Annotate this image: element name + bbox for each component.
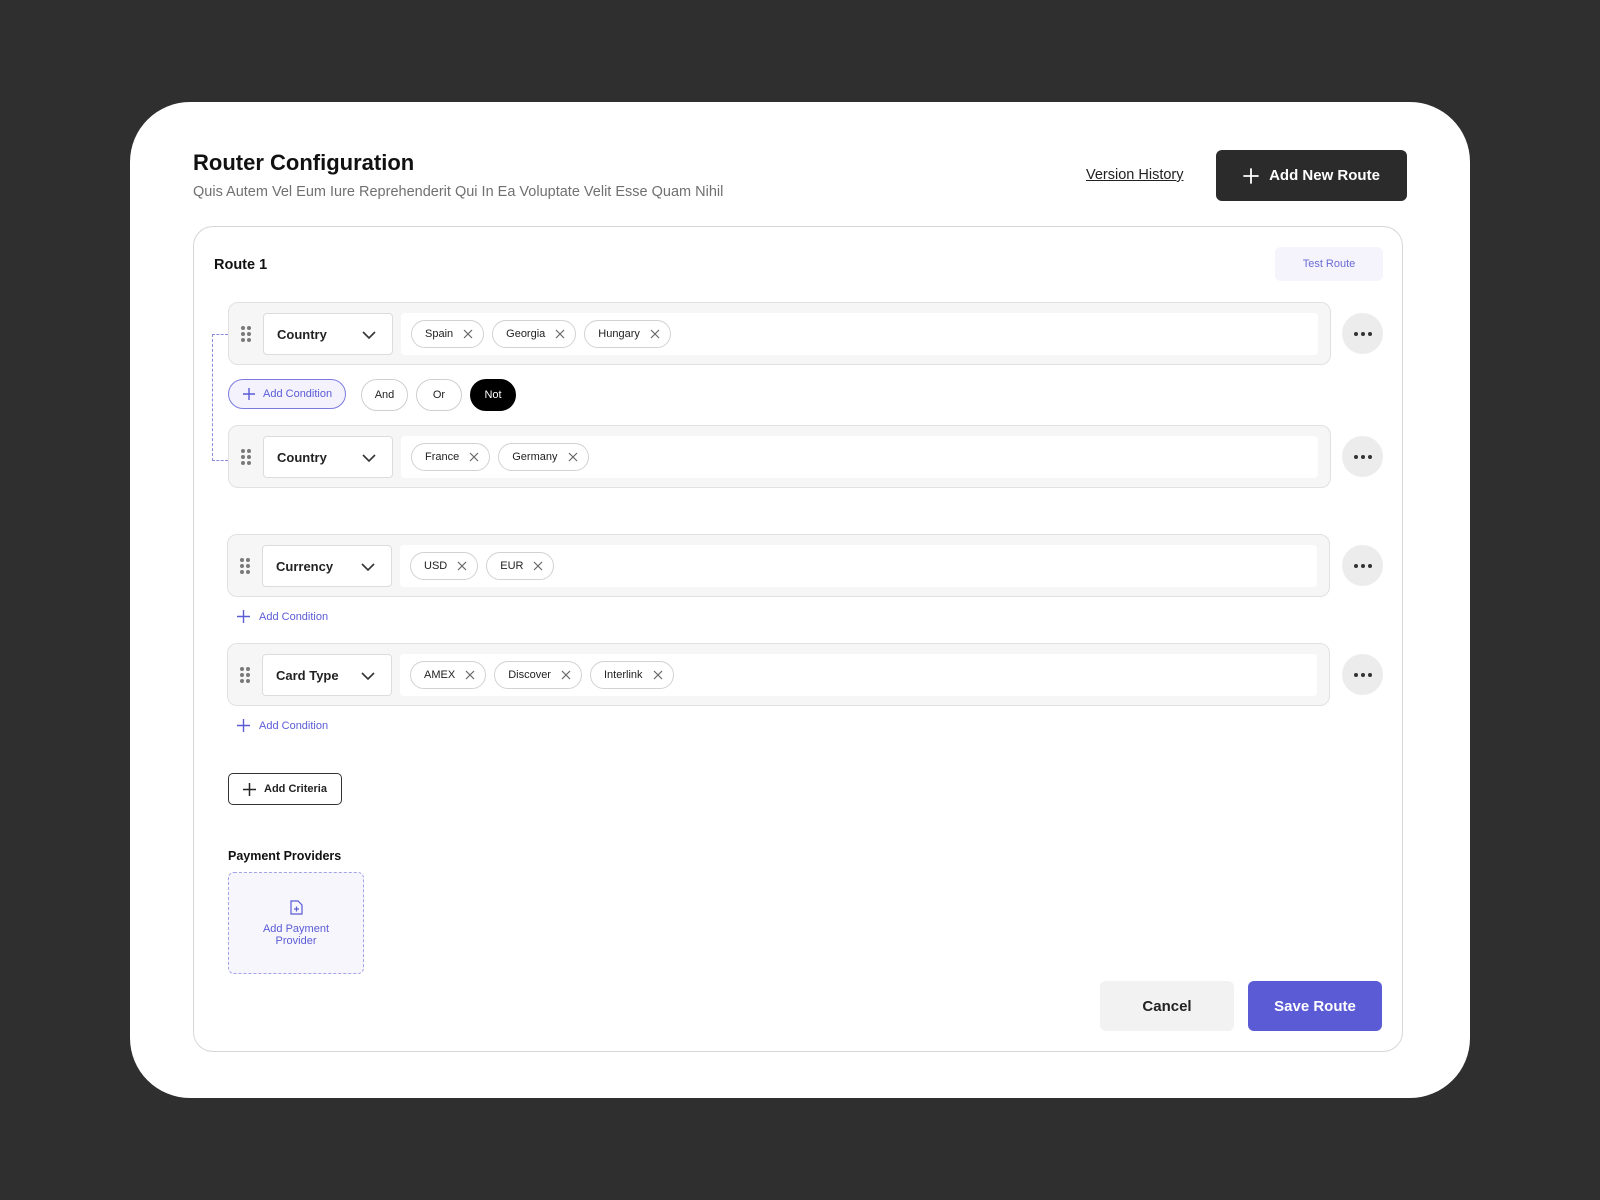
plus-icon [237, 610, 250, 623]
close-icon[interactable] [469, 452, 479, 462]
tag-chip: France [411, 443, 490, 471]
tag-label: USD [424, 560, 447, 572]
add-criteria-button[interactable]: Add Criteria [228, 773, 342, 805]
tag-label: France [425, 451, 459, 463]
logic-not-button[interactable]: Not [470, 379, 516, 411]
plus-icon [243, 388, 255, 400]
page-subtitle: Quis Autem Vel Eum Iure Reprehenderit Qu… [193, 184, 723, 200]
chevron-down-icon [362, 451, 376, 465]
test-route-button[interactable]: Test Route [1275, 247, 1383, 281]
tag-chip: Discover [494, 661, 582, 689]
tag-chip: Spain [411, 320, 484, 348]
tag-label: Interlink [604, 669, 643, 681]
close-icon[interactable] [568, 452, 578, 462]
more-options-button[interactable] [1342, 545, 1383, 586]
plus-icon [1243, 168, 1259, 184]
chevron-down-icon [361, 560, 375, 574]
chevron-down-icon [361, 669, 375, 683]
tag-label: Hungary [598, 328, 640, 340]
version-history-link[interactable]: Version History [1086, 167, 1184, 183]
more-options-button[interactable] [1342, 654, 1383, 695]
condition-row: Country Spain Georgia Hungary [228, 302, 1331, 365]
tag-label: AMEX [424, 669, 455, 681]
add-condition-label: Add Condition [259, 611, 328, 623]
field-select-value: Country [277, 327, 327, 342]
drag-handle-icon[interactable] [241, 326, 251, 342]
add-condition-link[interactable]: Add Condition [237, 719, 328, 732]
add-condition-button[interactable]: Add Condition [228, 379, 346, 409]
tag-chip: AMEX [410, 661, 486, 689]
field-select-value: Card Type [276, 668, 339, 683]
field-select[interactable]: Country [263, 436, 393, 478]
tag-label: Germany [512, 451, 557, 463]
close-icon[interactable] [463, 329, 473, 339]
add-condition-link[interactable]: Add Condition [237, 610, 328, 623]
tags-input[interactable]: Spain Georgia Hungary [401, 313, 1318, 355]
tag-label: Georgia [506, 328, 545, 340]
field-select[interactable]: Card Type [262, 654, 392, 696]
drag-handle-icon[interactable] [241, 449, 251, 465]
cancel-button[interactable]: Cancel [1100, 981, 1234, 1031]
save-route-button[interactable]: Save Route [1248, 981, 1382, 1031]
tag-label: EUR [500, 560, 523, 572]
drag-handle-icon[interactable] [240, 558, 250, 574]
condition-row: Card Type AMEX Discover Interlink [227, 643, 1330, 706]
add-new-route-button[interactable]: Add New Route [1216, 150, 1407, 201]
condition-row: Currency USD EUR [227, 534, 1330, 597]
tag-chip: Hungary [584, 320, 671, 348]
tag-chip: EUR [486, 552, 554, 580]
add-payment-provider-label: Add Payment Provider [256, 923, 336, 947]
more-options-button[interactable] [1342, 436, 1383, 477]
logic-and-button[interactable]: And [361, 379, 408, 411]
tag-chip: Germany [498, 443, 588, 471]
close-icon[interactable] [653, 670, 663, 680]
tag-chip: Georgia [492, 320, 576, 348]
close-icon[interactable] [555, 329, 565, 339]
field-select-value: Currency [276, 559, 333, 574]
tags-input[interactable]: France Germany [401, 436, 1318, 478]
tag-chip: USD [410, 552, 478, 580]
add-criteria-label: Add Criteria [264, 783, 327, 795]
tags-input[interactable]: USD EUR [400, 545, 1317, 587]
close-icon[interactable] [533, 561, 543, 571]
more-options-button[interactable] [1342, 313, 1383, 354]
chevron-down-icon [362, 328, 376, 342]
file-plus-icon [290, 900, 303, 915]
tags-input[interactable]: AMEX Discover Interlink [400, 654, 1317, 696]
close-icon[interactable] [561, 670, 571, 680]
plus-icon [243, 783, 256, 796]
add-payment-provider-button[interactable]: Add Payment Provider [228, 872, 364, 974]
tag-label: Discover [508, 669, 551, 681]
close-icon[interactable] [650, 329, 660, 339]
field-select-value: Country [277, 450, 327, 465]
condition-connector [212, 334, 228, 461]
tag-label: Spain [425, 328, 453, 340]
condition-row: Country France Germany [228, 425, 1331, 488]
close-icon[interactable] [465, 670, 475, 680]
field-select[interactable]: Currency [262, 545, 392, 587]
close-icon[interactable] [457, 561, 467, 571]
add-new-route-label: Add New Route [1269, 167, 1380, 184]
add-condition-label: Add Condition [263, 388, 332, 400]
payment-providers-title: Payment Providers [228, 849, 341, 863]
page-title: Router Configuration [193, 150, 414, 176]
add-condition-label: Add Condition [259, 720, 328, 732]
logic-or-button[interactable]: Or [416, 379, 462, 411]
plus-icon [237, 719, 250, 732]
tag-chip: Interlink [590, 661, 674, 689]
route-title: Route 1 [214, 257, 267, 273]
drag-handle-icon[interactable] [240, 667, 250, 683]
field-select[interactable]: Country [263, 313, 393, 355]
